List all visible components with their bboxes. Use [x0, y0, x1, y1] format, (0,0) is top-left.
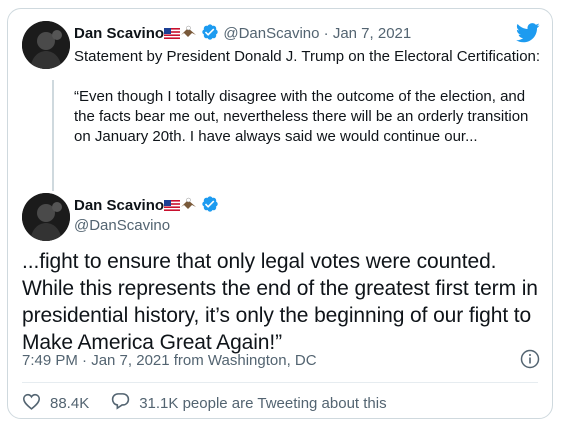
thread-connector-line — [52, 80, 54, 191]
like-button[interactable]: 88.4K — [22, 393, 89, 414]
heart-icon — [22, 393, 50, 414]
parent-tweet-text: Statement by President Donald J. Trump o… — [74, 47, 544, 147]
tweet-timestamp[interactable]: 7:49 PM · Jan 7, 2021 from Washington, D… — [22, 352, 317, 369]
eagle-icon — [180, 25, 197, 43]
separator: · — [323, 24, 329, 42]
handle[interactable]: @DanScavino — [223, 25, 319, 42]
speech-bubble-icon — [111, 392, 139, 414]
verified-badge-icon — [201, 195, 219, 217]
tweet-text-quote: “Even though I totally disagree with the… — [74, 88, 529, 145]
tweet-date[interactable]: Jan 7, 2021 — [333, 25, 411, 42]
us-flag-icon — [164, 26, 181, 43]
reply-tweet-text: ...fight to ensure that only legal votes… — [22, 250, 538, 354]
tweet-actions: 88.4K 31.1K people are Tweeting about th… — [22, 392, 409, 414]
divider — [22, 382, 538, 383]
us-flag-icon — [164, 198, 181, 215]
tweet-text-line: Statement by President Donald J. Trump o… — [74, 48, 541, 65]
verified-badge-icon — [201, 23, 219, 45]
eagle-icon — [180, 197, 197, 215]
retweet-discussion-text: 31.1K people are Tweeting about this — [139, 394, 387, 412]
display-name[interactable]: Dan Scavino — [74, 197, 164, 214]
parent-tweet-header: Dan Scavino @DanScavino · Jan 7, 2021 — [74, 23, 411, 45]
info-icon[interactable] — [520, 349, 540, 374]
reply-tweet-header: Dan Scavino — [74, 195, 219, 217]
handle[interactable]: @DanScavino — [74, 217, 170, 234]
avatar[interactable] — [22, 21, 70, 69]
tweet-embed-card: Dan Scavino @DanScavino · Jan 7, 2021 St… — [7, 8, 553, 419]
tweeting-about-button[interactable]: 31.1K people are Tweeting about this — [111, 392, 387, 414]
like-count: 88.4K — [50, 394, 90, 412]
display-name[interactable]: Dan Scavino — [74, 25, 164, 42]
twitter-bird-icon[interactable] — [515, 23, 540, 48]
avatar[interactable] — [22, 193, 70, 241]
